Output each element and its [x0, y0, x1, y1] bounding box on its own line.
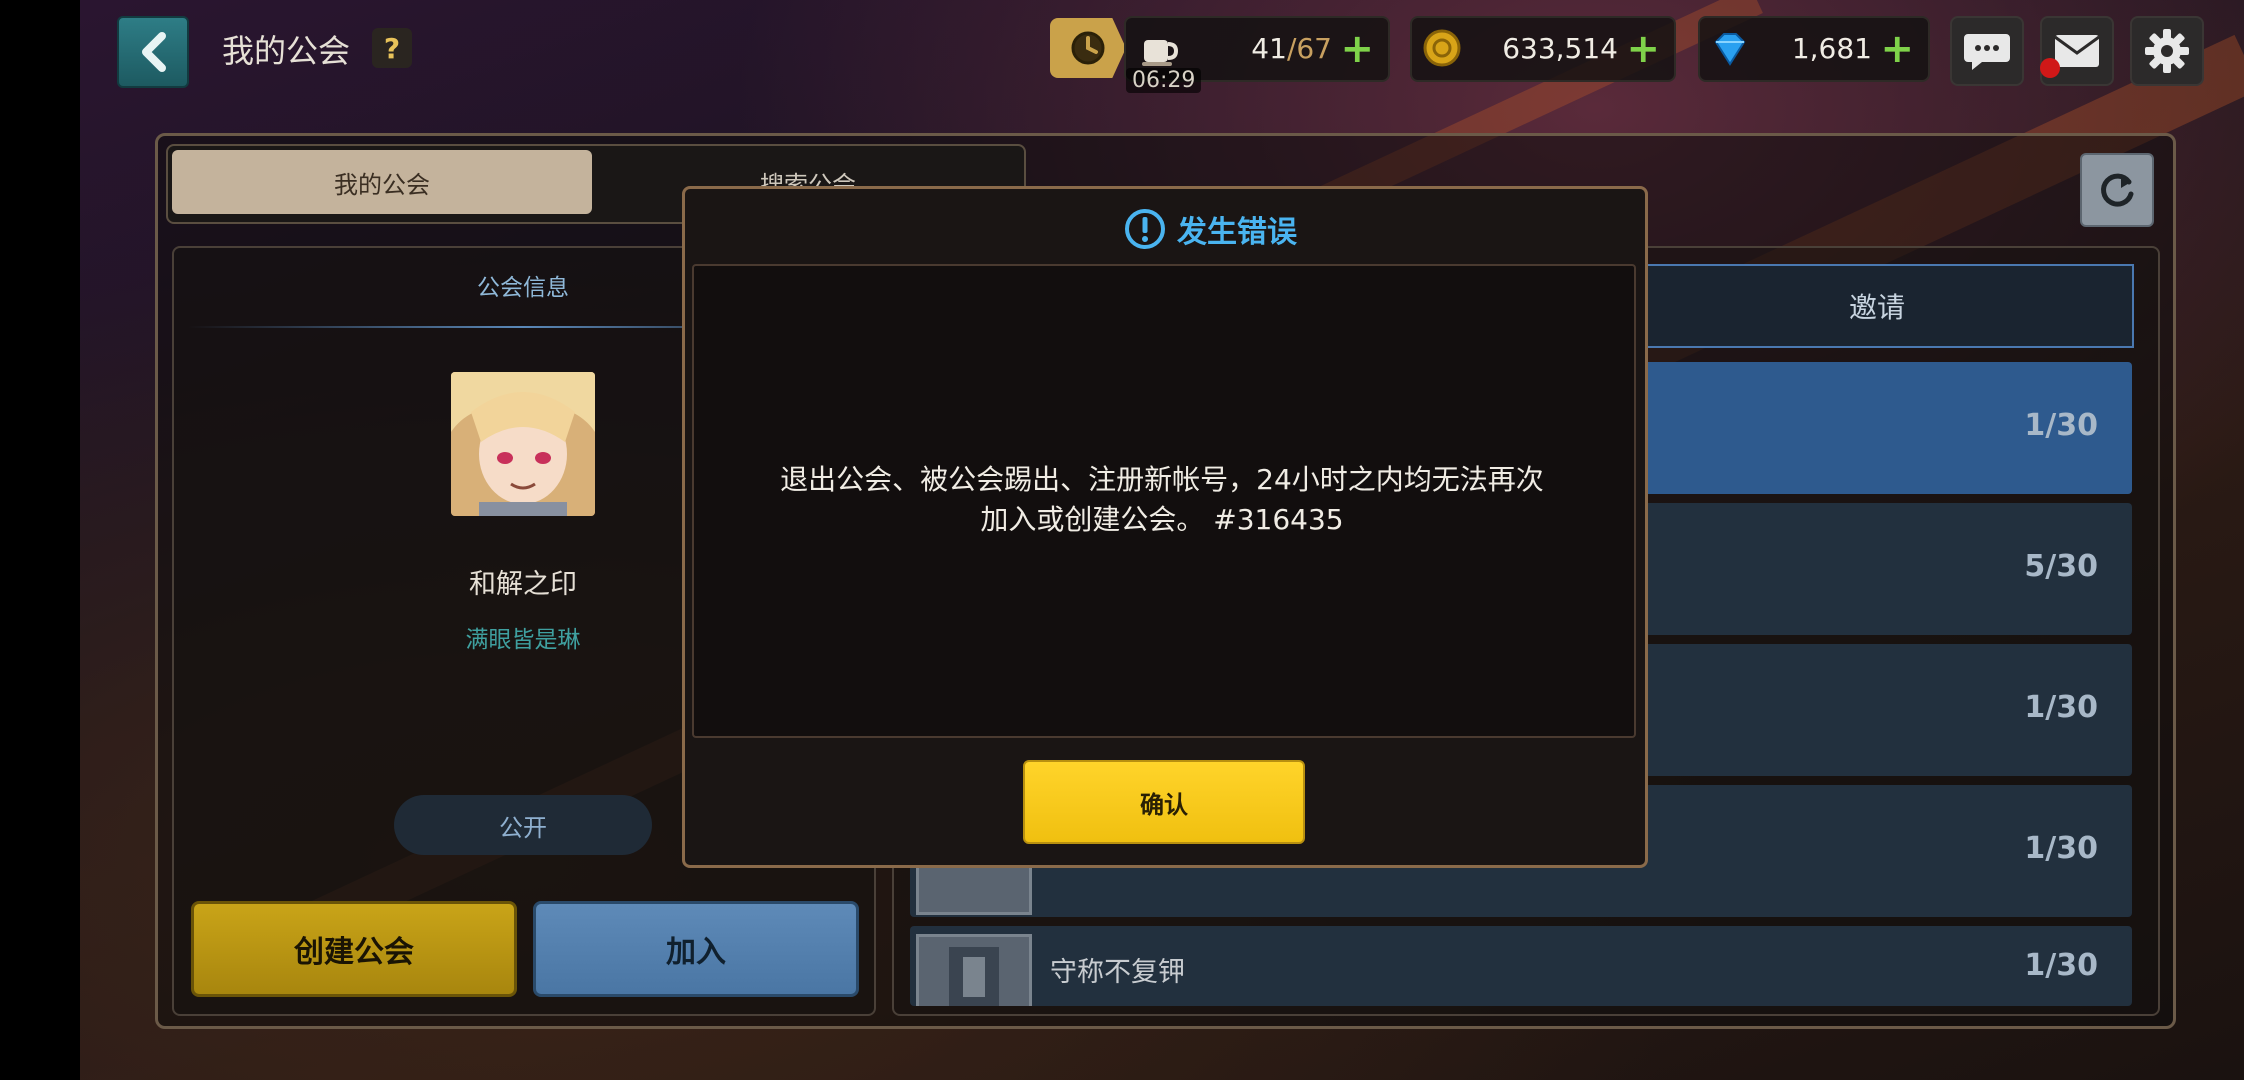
chat-bubble-icon	[1964, 34, 2010, 70]
member-count: 1/30	[2024, 690, 2098, 725]
visibility-badge: 公开	[394, 795, 652, 855]
refresh-button[interactable]	[2080, 153, 2154, 227]
add-gold-button[interactable]: +	[1626, 26, 1660, 72]
dialog-title-text: 发生错误	[1177, 215, 1297, 250]
member-count: 1/30	[2024, 948, 2098, 983]
dialog-message: 退出公会、被公会踢出、注册新帐号，24小时之内均无法再次 加入或创建公会。 #3…	[720, 460, 1604, 540]
confirm-button[interactable]: 确认	[1023, 760, 1305, 844]
chat-button[interactable]	[1950, 16, 2024, 86]
stamina-timer: 06:29	[1126, 68, 1202, 93]
guild-name: 和解之印	[469, 569, 577, 600]
member-count: 1/30	[2024, 408, 2098, 443]
page-title: 我的公会	[222, 32, 351, 70]
add-stamina-button[interactable]: +	[1340, 26, 1374, 72]
dialog-message-line: 加入或创建公会。 #316435	[980, 503, 1344, 536]
diamond-icon	[1714, 33, 1746, 66]
guild-leader-name: 满眼皆是琳	[465, 627, 581, 653]
tab-my-guild[interactable]: 我的公会	[172, 150, 592, 214]
member-count: 5/30	[2024, 549, 2098, 584]
back-button[interactable]	[117, 16, 189, 88]
guild-emblem-icon	[916, 934, 1032, 1006]
help-button[interactable]: ?	[372, 28, 412, 68]
settings-button[interactable]	[2130, 16, 2204, 86]
exclamation-icon	[1125, 209, 1165, 249]
guild-leader-avatar	[451, 372, 595, 516]
stamina-value: 41/67	[1251, 32, 1332, 65]
stamina-current: 41	[1251, 32, 1287, 65]
mail-notification-dot	[2040, 58, 2060, 78]
stamina-clock-badge[interactable]	[1050, 18, 1126, 78]
clock-icon	[1071, 31, 1105, 65]
tower-icon	[949, 947, 999, 1006]
guild-name: 守称不复钾	[1050, 957, 1185, 988]
dialog-message-line: 退出公会、被公会踢出、注册新帐号，24小时之内均无法再次	[780, 463, 1544, 496]
character-portrait	[451, 372, 595, 516]
join-button[interactable]: 加入	[533, 901, 859, 997]
stamina-max: /67	[1286, 32, 1332, 65]
gold-value: 633,514	[1502, 32, 1618, 65]
add-gem-button[interactable]: +	[1880, 26, 1914, 72]
gold-coin-icon	[1423, 29, 1461, 67]
gear-icon	[2145, 29, 2189, 73]
member-count: 1/30	[2024, 831, 2098, 866]
coffee-cup-icon	[1142, 40, 1179, 66]
gem-value: 1,681	[1791, 32, 1872, 65]
guild-list-row[interactable]: 守称不复钾 1/30	[910, 926, 2132, 1006]
chevron-left-icon	[142, 32, 166, 72]
gold-counter: 633,514 +	[1410, 16, 1676, 82]
create-guild-button[interactable]: 创建公会	[191, 901, 517, 997]
refresh-icon	[2101, 173, 2134, 207]
tab-invite[interactable]: 邀请	[1620, 264, 2134, 348]
gem-counter: 1,681 +	[1698, 16, 1930, 82]
dialog-title: 发生错误	[1050, 204, 1370, 254]
